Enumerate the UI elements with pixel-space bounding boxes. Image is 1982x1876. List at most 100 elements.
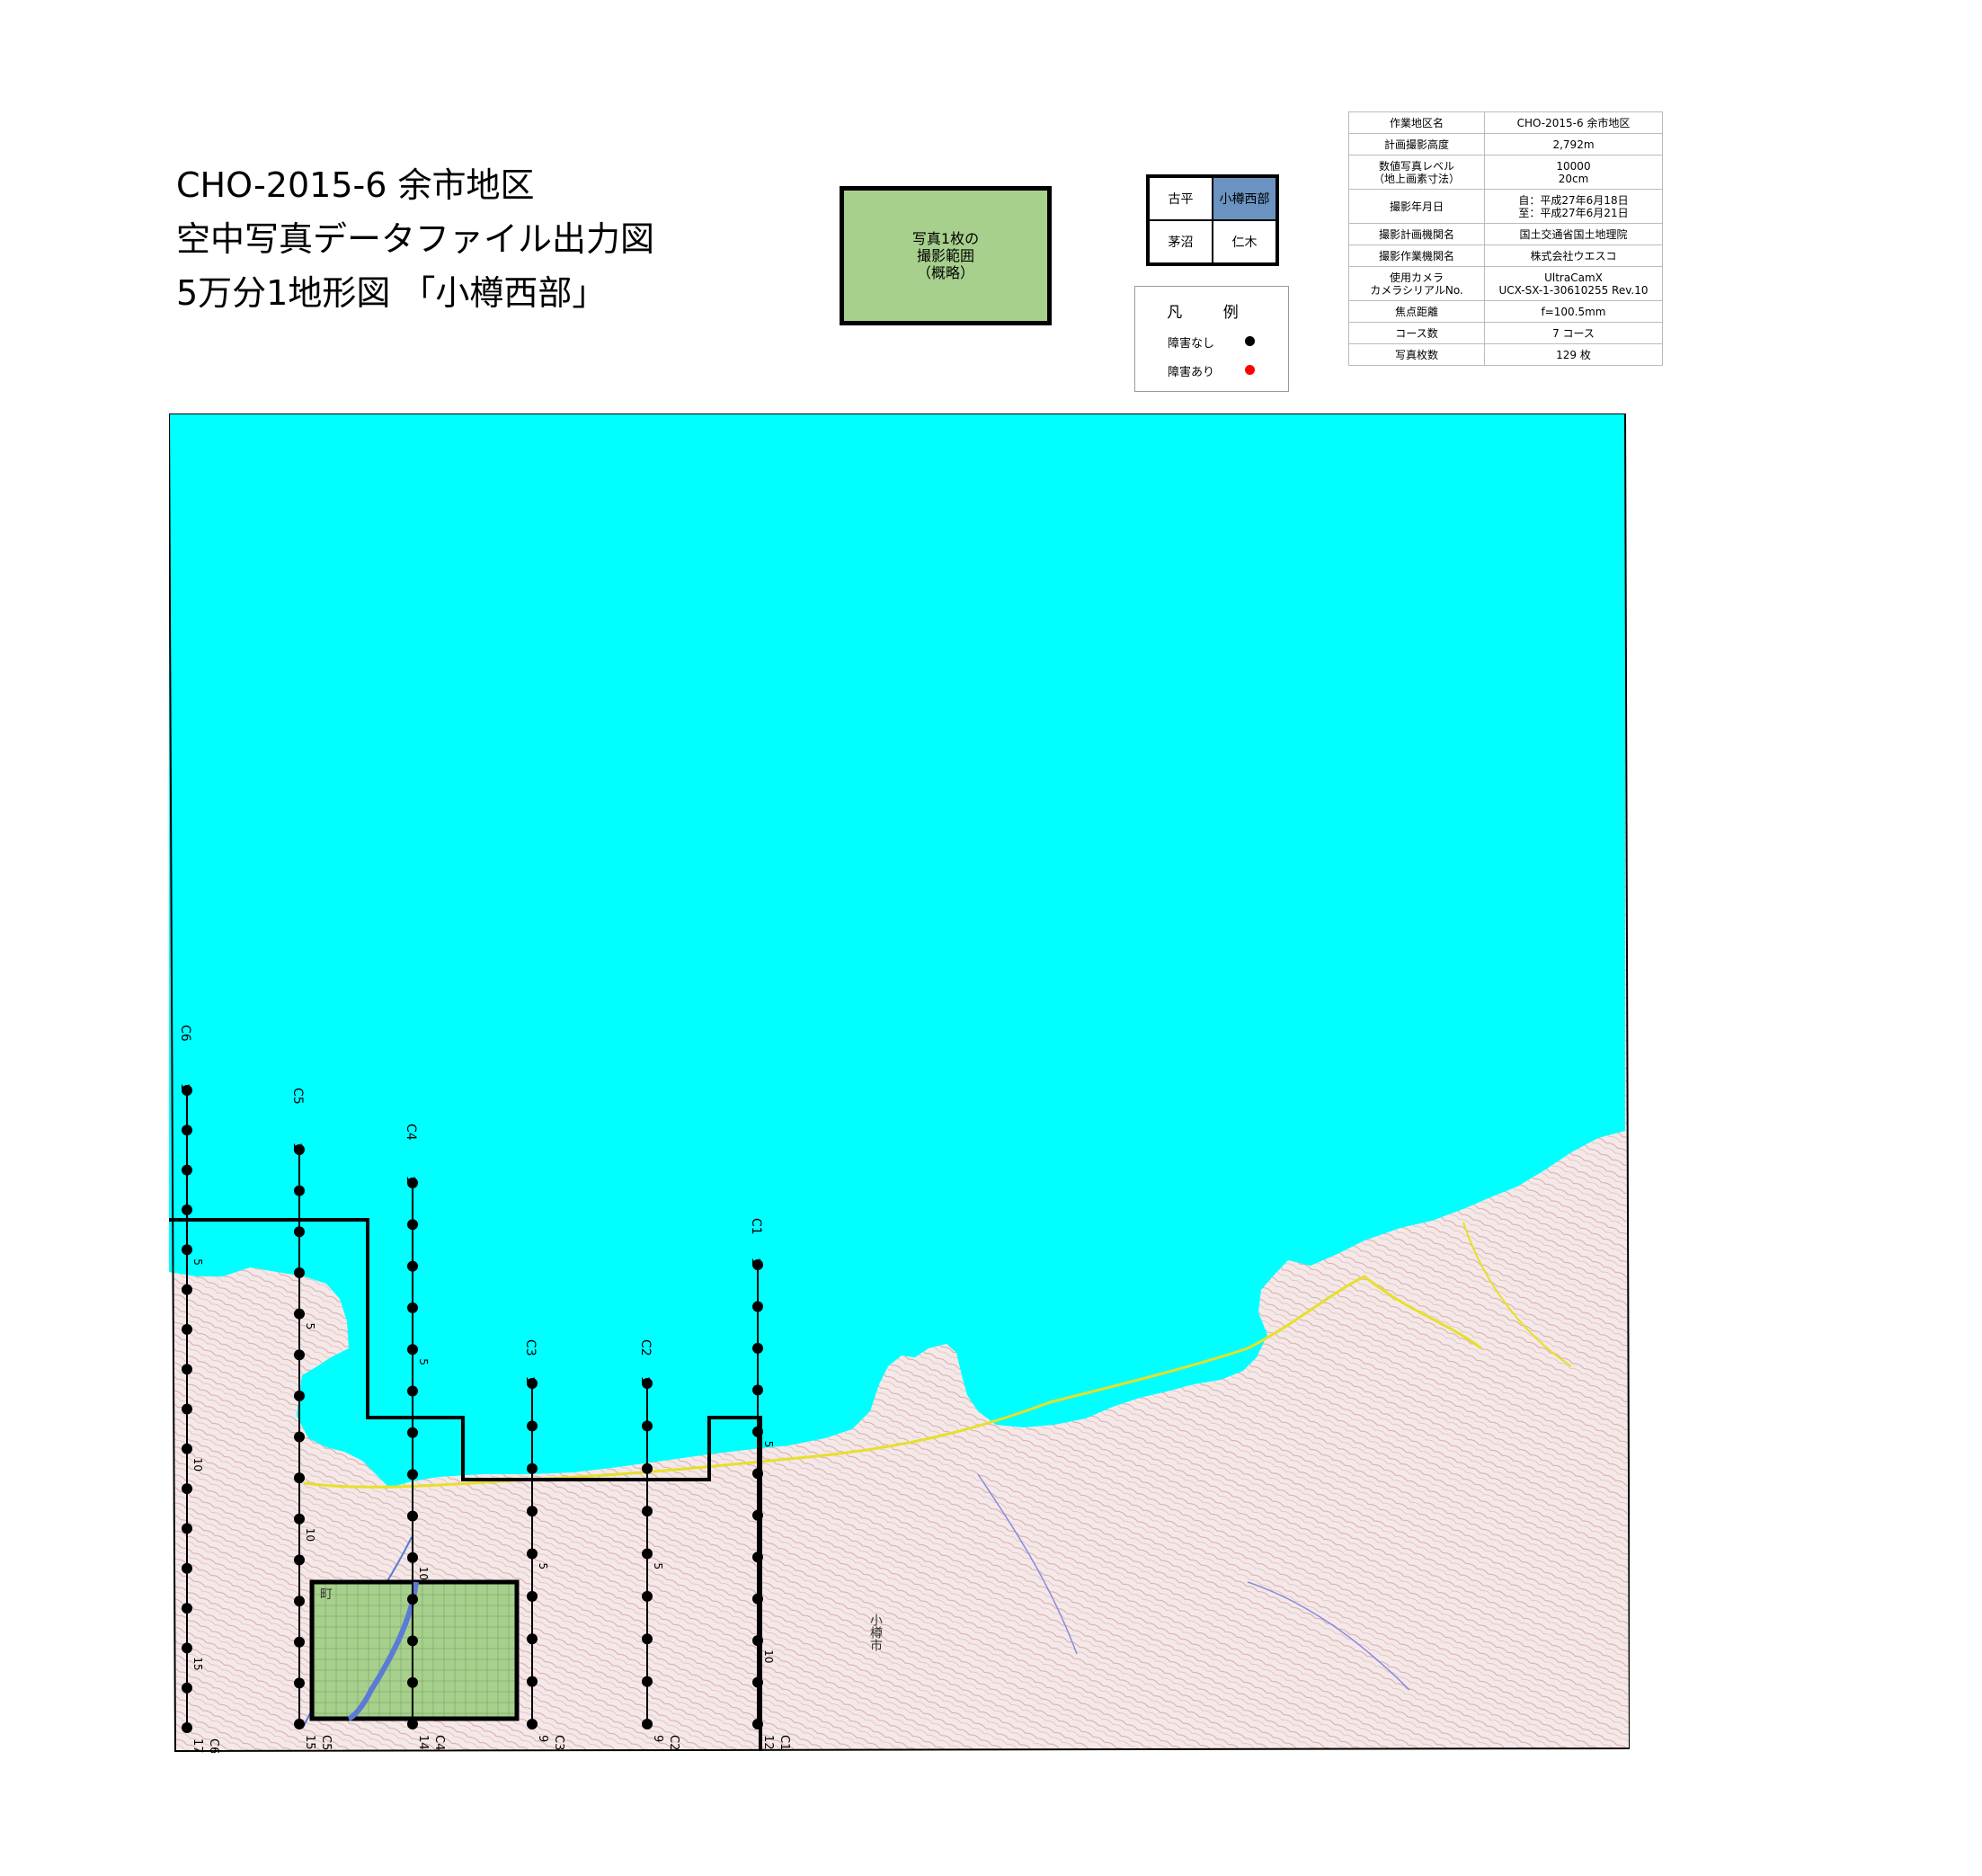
photo-point-c6-2 [182, 1125, 192, 1136]
course-start-label-c6: 1 [179, 1083, 191, 1090]
course-start-label-c1: 1 [750, 1258, 762, 1265]
index-cell-niki: 仁木 [1213, 220, 1276, 263]
photo-point-c3-7 [527, 1633, 538, 1645]
photo-point-c5-5 [294, 1308, 305, 1320]
course-name-c6: C6 [178, 1025, 192, 1042]
info-row: 焦点距離 f=100.5mm [1348, 300, 1663, 323]
photo-point-c6-16 [182, 1682, 192, 1694]
info-value: 2,792m [1484, 133, 1663, 156]
photo-point-c5-9 [294, 1472, 305, 1484]
info-key: 作業地区名 [1348, 111, 1485, 134]
course-start-label-c3: 1 [524, 1376, 537, 1383]
photo-point-c6-10 [182, 1443, 192, 1454]
info-row: 写真枚数 129 枚 [1348, 343, 1663, 366]
course-index-label-c1-10: 10 [762, 1649, 775, 1663]
photo-scope-text-line: 写真1枚の [911, 230, 980, 247]
photo-point-c4-7 [407, 1427, 418, 1438]
course-name-c3: C3 [523, 1339, 538, 1356]
legend: 凡 例 障害なし 障害あり [1134, 286, 1289, 392]
info-row: 作業地区名 CHO-2015-6 余市地区 [1348, 111, 1663, 134]
info-row: 撮影作業機関名 株式会社ウエスコ [1348, 245, 1663, 267]
index-cell-otaru-seibu: 小樽西部 [1213, 177, 1276, 220]
info-key: 計画撮影高度 [1348, 133, 1485, 156]
photo-point-c6-7 [182, 1323, 192, 1335]
course-end-label-c3: 9 [536, 1735, 549, 1742]
course-end-label-c1: 12 [761, 1735, 775, 1750]
info-key: 撮影計画機関名 [1348, 223, 1485, 245]
photo-point-c1-8 [752, 1551, 763, 1563]
info-value: 自：平成27年6月18日 至：平成27年6月21日 [1484, 189, 1663, 224]
photo-point-c3-5 [527, 1548, 538, 1560]
photo-point-c4-5 [407, 1344, 418, 1356]
info-row: 撮影計画機関名 国土交通省国土地理院 [1348, 223, 1663, 245]
index-cell-kayanuma: 茅沼 [1149, 220, 1213, 263]
photo-point-c6-3 [182, 1164, 192, 1176]
course-start-label-c5: 1 [291, 1142, 304, 1150]
course-name-c4: C4 [404, 1124, 418, 1141]
course-index-label-c2-5: 5 [652, 1563, 664, 1570]
photo-point-c5-11 [294, 1554, 305, 1566]
photo-point-c6-9 [182, 1403, 192, 1415]
photo-point-c2-3 [642, 1463, 653, 1474]
legend-title: 凡 例 [1167, 304, 1257, 322]
place-label-machi: 町 [320, 1587, 333, 1602]
photo-point-c5-4 [294, 1267, 305, 1278]
photo-point-c4-13 [407, 1676, 418, 1688]
course-index-label-c5-5: 5 [304, 1323, 316, 1330]
info-value: 国土交通省国土地理院 [1484, 223, 1663, 245]
info-key: 撮影作業機関名 [1348, 245, 1485, 267]
photo-point-c5-3 [294, 1226, 305, 1238]
photo-point-c4-12 [407, 1635, 418, 1647]
photo-point-c1-6 [752, 1468, 763, 1480]
photo-point-c2-7 [642, 1633, 653, 1645]
photo-point-c4-6 [407, 1385, 418, 1397]
photo-point-c3-6 [527, 1590, 538, 1602]
info-value: CHO-2015-6 余市地区 [1484, 111, 1663, 134]
info-value: f=100.5mm [1484, 300, 1663, 323]
course-name-c5: C5 [290, 1088, 305, 1105]
photo-point-c4-10 [407, 1551, 418, 1563]
photo-point-c1-5 [752, 1426, 763, 1437]
sheet-index-map: 古平 小樽西部 茅沼 仁木 [1146, 174, 1279, 266]
photo-point-c6-4 [182, 1204, 192, 1215]
photo-scope-line: 写真1枚の 撮影範囲 （概略） [912, 230, 979, 281]
course-end-name-c3: C3 [552, 1735, 565, 1750]
info-value: 10000 20cm [1484, 155, 1663, 190]
photo-point-c4-14 [407, 1719, 418, 1729]
info-row: 数値写真レベル （地上画素寸法） 10000 20cm [1348, 155, 1663, 190]
survey-info-table: 作業地区名 CHO-2015-6 余市地区 計画撮影高度 2,792m 数値写真レベル（… [1348, 111, 1663, 366]
photo-point-c1-9 [752, 1593, 763, 1605]
photo-point-c2-6 [642, 1590, 653, 1602]
photo-point-c6-12 [182, 1523, 192, 1534]
legend-label-no-obstacle: 障害なし [1168, 337, 1215, 351]
title-district: CHO-2015-6 余市地区 [176, 165, 535, 205]
photo-point-c3-4 [527, 1506, 538, 1517]
map-title: CHO-2015-6 余市地区 空中写真データファイル出力図 5万分1地形図 「… [176, 158, 654, 320]
photo-point-c6-13 [182, 1562, 192, 1574]
course-end-name-c1: C1 [778, 1735, 791, 1750]
info-value: UltraCamX UCX-SX-1-30610255 Rev.10 [1484, 266, 1663, 301]
photo-point-c4-9 [407, 1510, 418, 1522]
photo-point-c4-3 [407, 1260, 418, 1272]
photo-scope-text-line: （概略） [916, 264, 974, 281]
photo-point-c6-14 [182, 1603, 192, 1614]
photo-point-c1-2 [752, 1301, 763, 1312]
course-end-name-c5: C5 [319, 1735, 333, 1750]
course-index-label-c5-10: 10 [304, 1528, 316, 1542]
info-value: 株式会社ウエスコ [1484, 245, 1663, 267]
course-index-label-c3-5: 5 [537, 1563, 549, 1570]
legend-dot-black-icon [1245, 336, 1255, 346]
info-row: 使用カメラ カメラシリアルNo. UltraCamX UCX-SX-1-3061025… [1348, 266, 1663, 301]
course-end-label-c5: 15 [303, 1735, 316, 1750]
course-index-label-c6-15: 15 [191, 1657, 204, 1670]
photo-point-c2-9 [642, 1719, 653, 1729]
info-key: 焦点距離 [1348, 300, 1485, 323]
course-end-name-c4: C4 [432, 1735, 446, 1750]
info-row: 撮影年月日 自：平成27年6月18日 至：平成27年6月21日 [1348, 189, 1663, 224]
photo-point-c3-3 [527, 1463, 538, 1474]
title-map-type: 空中写真データファイル出力図 [176, 219, 655, 259]
legend-label-obstacle: 障害あり [1168, 366, 1215, 379]
photo-point-c4-4 [407, 1302, 418, 1313]
photo-point-c1-10 [752, 1635, 763, 1647]
course-index-label-c4-10: 10 [417, 1567, 430, 1580]
